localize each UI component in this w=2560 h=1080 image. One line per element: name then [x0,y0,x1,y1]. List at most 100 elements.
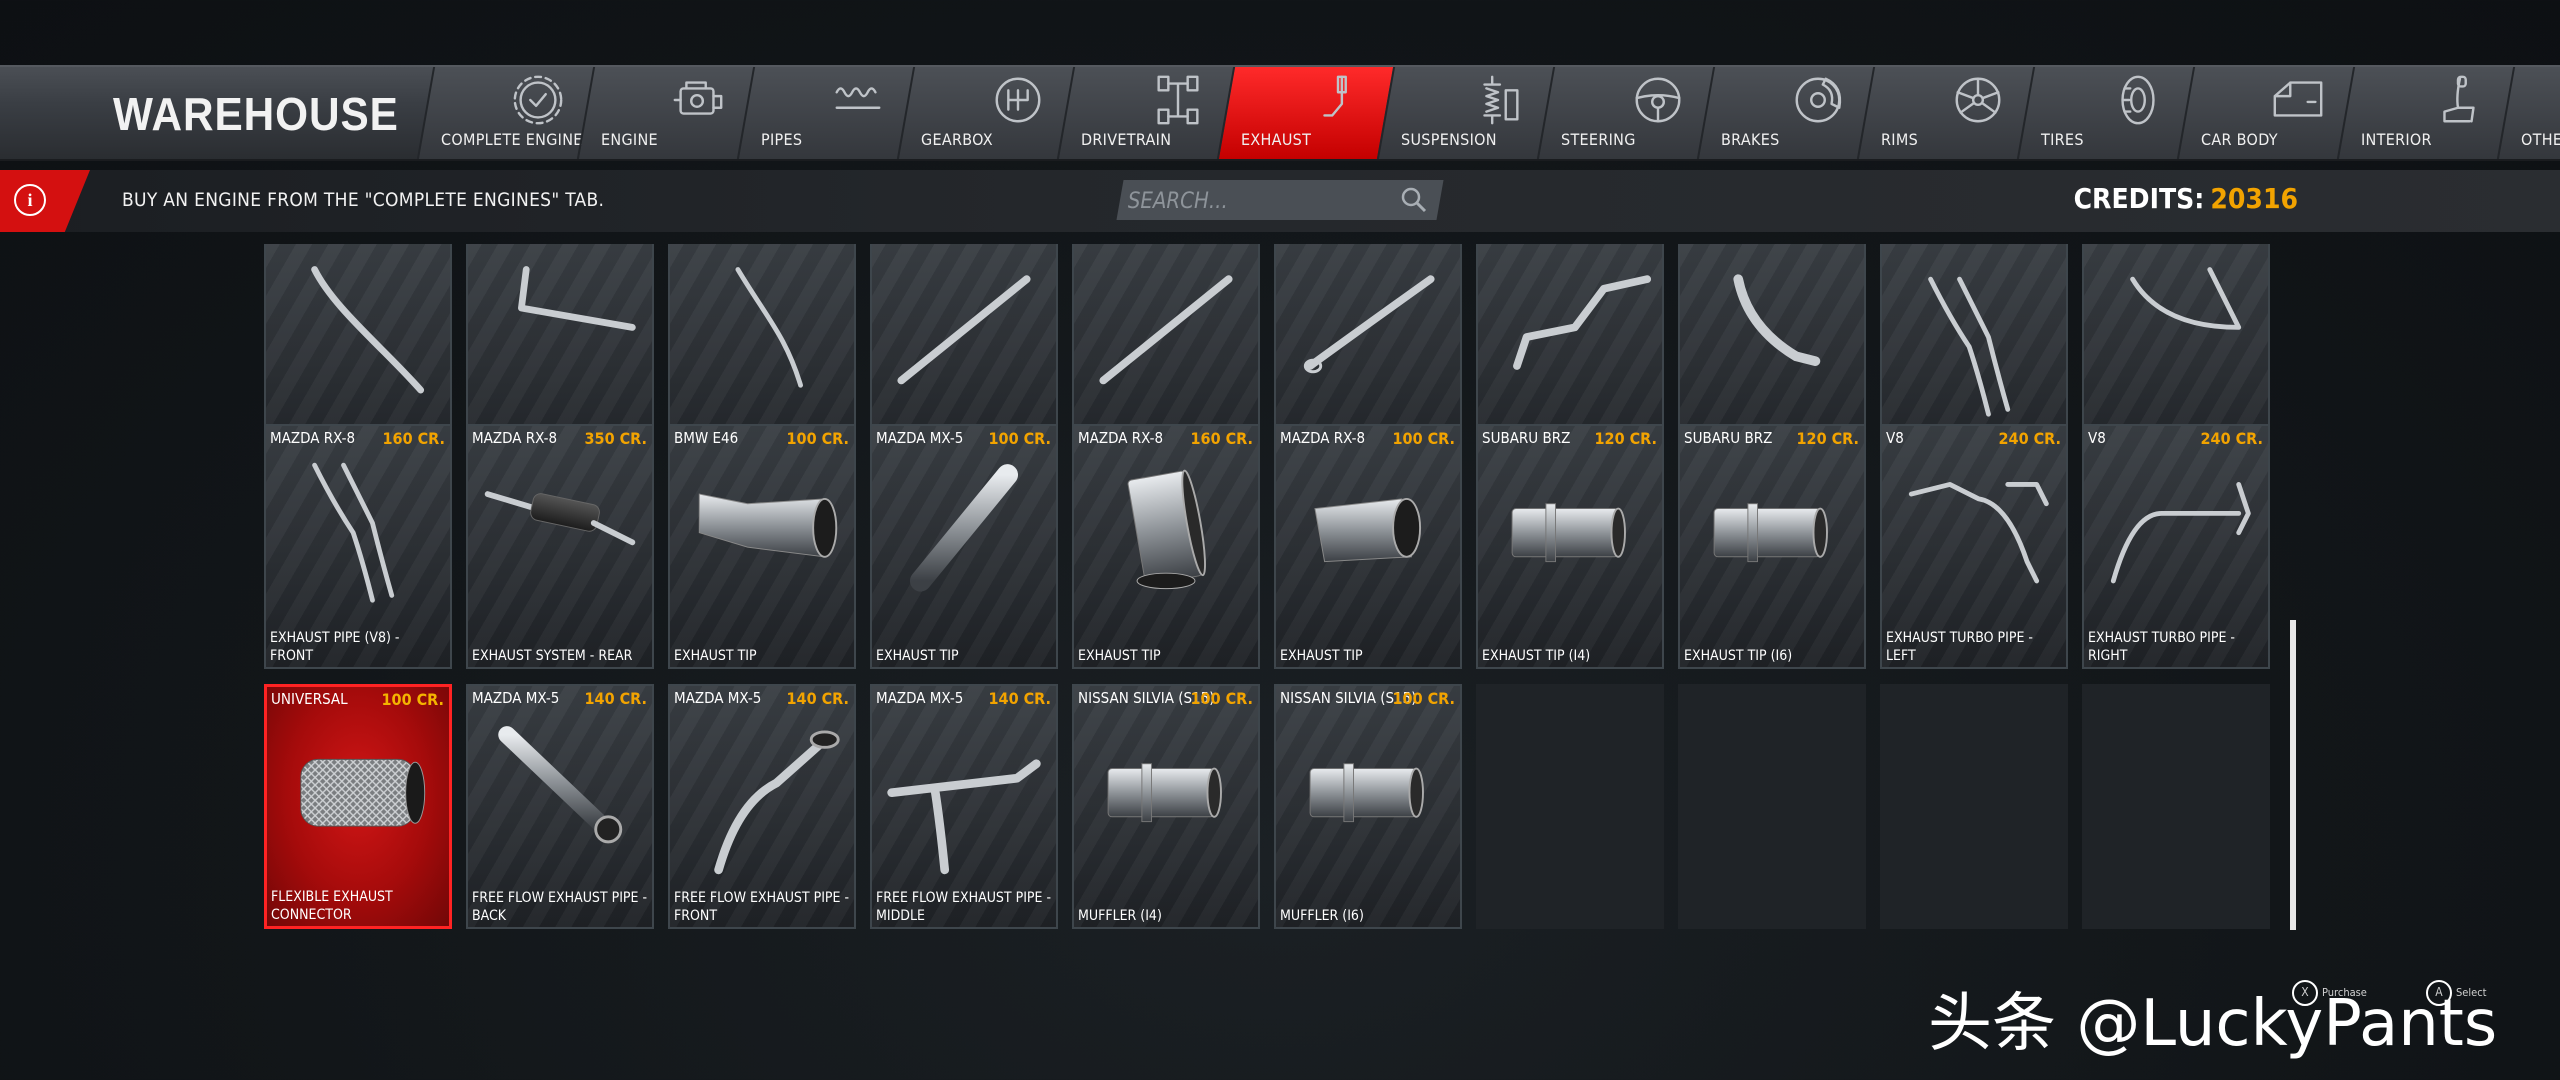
car-door-icon [2269,71,2327,129]
part-image [1690,452,1854,623]
tab-exhaust[interactable]: EXHAUST [1216,67,1394,159]
part-name: MUFFLER (I4) [1078,908,1162,924]
empty-slot [2082,684,2270,929]
tab-label: OTHER [2521,130,2560,149]
tab-car-body[interactable]: CAR BODY [2176,67,2354,159]
part-card[interactable]: V8 240 CR. EXHAUST TURBO PIPE - RIGHT [2082,424,2270,669]
tab-complete-engines[interactable]: COMPLETE ENGINES [416,67,594,159]
tab-label: SUSPENSION [1401,130,1497,149]
top-nav-bar: WAREHOUSE COMPLETE ENGINES ENGINE PIPES … [0,65,2560,161]
tab-label: INTERIOR [2361,130,2432,149]
tab-pipes[interactable]: PIPES [736,67,914,159]
part-card[interactable]: MAZDA MX-5 140 CR. FREE FLOW EXHAUST PIP… [668,684,856,929]
tab-label: DRIVETRAIN [1081,130,1172,149]
credits-value: 20316 [2210,182,2298,215]
part-name: EXHAUST TIP [876,648,959,664]
part-image [680,266,844,437]
part-maker: V8 [2088,429,2106,447]
part-card[interactable]: MAZDA MX-5 140 CR. FREE FLOW EXHAUST PIP… [466,684,654,929]
part-name: FREE FLOW EXHAUST PIPE - FRONT [674,890,850,924]
part-card[interactable]: MAZDA MX-5 140 CR. FREE FLOW EXHAUST PIP… [870,684,1058,929]
part-card[interactable]: MAZDA RX-8 350 CR. EXHAUST SYSTEM - REAR [466,424,654,669]
part-image [1286,452,1450,623]
tab-suspension[interactable]: SUSPENSION [1376,67,1554,159]
tab-label: COMPLETE ENGINES [441,130,593,149]
tab-gearbox[interactable]: GEARBOX [896,67,1074,159]
part-card[interactable]: MAZDA RX-8 160 CR. EXHAUST PIPE (V8) - F… [264,424,452,669]
part-price: 100 CR. [1392,429,1455,448]
search-icon[interactable] [1400,186,1428,214]
part-card[interactable]: SUBARU BRZ 120 CR. EXHAUST TIP (I4) [1476,424,1664,669]
tab-engine[interactable]: ENGINE [576,67,754,159]
part-maker: SUBARU BRZ [1482,429,1571,447]
part-image [882,452,1046,623]
scrollbar[interactable] [2290,620,2296,930]
tab-steering[interactable]: STEERING [1536,67,1714,159]
gearbox-icon [989,71,1047,129]
part-maker: MAZDA RX-8 [1078,429,1164,447]
part-image [2094,266,2258,437]
search-box[interactable] [1116,180,1444,222]
part-price: 140 CR. [786,689,849,708]
part-name: EXHAUST TIP [674,648,757,664]
part-price: 100 CR. [786,429,849,448]
part-image [882,266,1046,437]
part-image [1892,452,2056,623]
part-price: 140 CR. [988,689,1051,708]
tab-label: ENGINE [601,130,658,149]
tab-brakes[interactable]: BRAKES [1696,67,1874,159]
part-image [1286,712,1450,883]
part-card[interactable]: UNIVERSAL 100 CR. FLEXIBLE EXHAUST CONNE… [264,684,452,929]
part-card[interactable]: BMW E46 100 CR. EXHAUST TIP [668,424,856,669]
part-card[interactable]: NISSAN SILVIA (S15) 100 CR. MUFFLER (I4) [1072,684,1260,929]
part-price: 100 CR. [988,429,1051,448]
part-image [1488,452,1652,623]
part-card[interactable]: MAZDA RX-8 100 CR. EXHAUST TIP [1274,424,1462,669]
empty-slot [1880,684,2068,929]
part-image [276,266,440,437]
a-button-icon: A [2426,980,2452,1006]
part-image [1084,266,1248,437]
tab-rims[interactable]: RIMS [1856,67,2034,159]
part-image [1690,266,1854,437]
tab-tires[interactable]: TIRES [2016,67,2194,159]
part-card[interactable]: SUBARU BRZ 120 CR. EXHAUST TIP (I6) [1678,424,1866,669]
part-maker: MAZDA MX-5 [674,689,762,707]
part-maker: BMW E46 [674,429,739,447]
part-image [680,712,844,883]
part-price: 100 CR. [381,690,444,709]
suspension-icon [1469,71,1527,129]
tab-other[interactable]: OTHER [2496,67,2560,159]
part-image [1488,266,1652,437]
part-price: 240 CR. [2200,429,2263,448]
page-title: WAREHOUSE [113,88,399,140]
hint-select[interactable]: A Select [2426,980,2487,1006]
search-input[interactable] [1125,180,1390,222]
category-tabs: COMPLETE ENGINES ENGINE PIPES GEARBOX DR… [416,67,2560,159]
credits-display: CREDITS: 20316 [2074,182,2298,215]
watermark: 头条 @LuckyPants [1928,987,2498,1061]
part-maker: MAZDA MX-5 [472,689,560,707]
pipes-icon [829,71,887,129]
part-image [478,452,642,623]
tab-label: PIPES [761,130,803,149]
part-name: FREE FLOW EXHAUST PIPE - MIDDLE [876,890,1052,924]
part-name: EXHAUST SYSTEM - REAR [472,648,633,664]
part-card[interactable]: V8 240 CR. EXHAUST TURBO PIPE - LEFT [1880,424,2068,669]
part-name: EXHAUST TIP (I4) [1482,648,1591,664]
gear-check-icon [509,71,567,129]
hint-purchase[interactable]: X Purchase [2292,980,2367,1006]
tire-icon [2109,71,2167,129]
tab-label: BRAKES [1721,130,1780,149]
tab-interior[interactable]: INTERIOR [2336,67,2514,159]
credits-label: CREDITS: [2073,182,2205,215]
part-maker: MAZDA MX-5 [876,429,964,447]
part-card[interactable]: MAZDA MX-5 100 CR. EXHAUST TIP [870,424,1058,669]
part-card[interactable]: MAZDA RX-8 160 CR. EXHAUST TIP [1072,424,1260,669]
part-image [478,712,642,883]
drivetrain-icon [1149,71,1207,129]
tab-drivetrain[interactable]: DRIVETRAIN [1056,67,1234,159]
empty-slot [1678,684,1866,929]
part-card[interactable]: NISSAN SILVIA (S15) 100 CR. MUFFLER (I6) [1274,684,1462,929]
part-name: MUFFLER (I6) [1280,908,1364,924]
